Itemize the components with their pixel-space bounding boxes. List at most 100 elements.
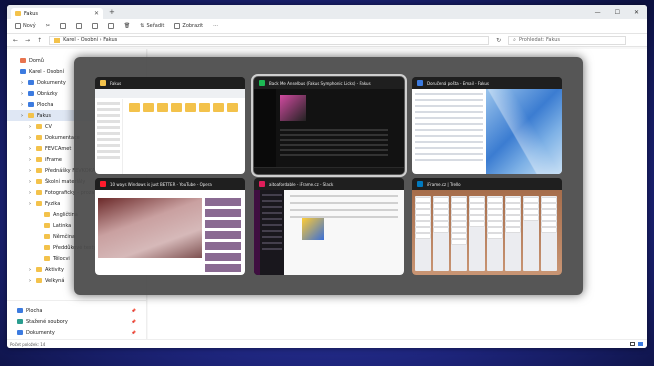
quick-access-item[interactable]: Dokumenty 📌 [7, 327, 146, 338]
trash-icon: 🗑 [123, 23, 131, 29]
tiles-view-icon[interactable] [638, 342, 643, 346]
window-card-slack[interactable]: aitoafordable - iFrame.cz - Slack [254, 178, 404, 275]
more-button[interactable]: ··· [213, 23, 218, 29]
paste-button[interactable] [75, 23, 82, 29]
window-card-youtube[interactable]: 10 ways Windows is just BETTER - YouTube… [95, 178, 245, 275]
sidebar-item-label: iFrame [45, 156, 62, 163]
chevron-right-icon[interactable]: › [21, 113, 25, 119]
pin-icon[interactable]: 📌 [131, 308, 136, 313]
sidebar-item-label: Velkyná [45, 277, 65, 284]
alt-tab-switcher: Fakus Back Me Anselbus (Fakus Symphonic … [74, 57, 583, 295]
address-bar[interactable]: Karel - Osobní › Fakus [49, 35, 490, 45]
sort-button[interactable]: ⇅ Seřadit [140, 23, 164, 29]
share-button[interactable] [107, 23, 114, 29]
chevron-right-icon[interactable]: › [29, 179, 33, 185]
chevron-right-icon[interactable]: › [29, 190, 33, 196]
close-tab-icon[interactable]: ✕ [94, 10, 99, 17]
window-thumbnail [95, 190, 245, 275]
chevron-right-icon[interactable]: › [21, 80, 25, 86]
tab-fakus[interactable]: Fakus ✕ [11, 8, 103, 19]
chevron-right-icon[interactable]: › [29, 124, 33, 130]
chevron-right-icon[interactable]: › [29, 201, 33, 207]
sidebar-item-label: Aktivity [45, 266, 64, 273]
folder-icon [20, 69, 26, 74]
back-arrow-icon[interactable]: ← [13, 37, 18, 44]
mail-icon [417, 80, 423, 86]
chevron-right-icon[interactable]: › [29, 168, 33, 174]
folder-icon [36, 179, 42, 184]
view-button[interactable]: Zobrazit [174, 23, 203, 29]
status-bar: Počet položek: 14 [7, 339, 647, 348]
address-path: Karel - Osobní › Fakus [63, 37, 118, 43]
folder-icon [15, 11, 21, 16]
folder-icon [20, 58, 26, 63]
refresh-icon[interactable]: ↻ [496, 37, 501, 44]
folder-icon [36, 190, 42, 195]
folder-icon [36, 201, 42, 206]
folder-icon [36, 157, 42, 162]
details-view-icon[interactable] [630, 342, 635, 346]
quick-access-item[interactable]: Stažené soubory 📌 [7, 316, 146, 327]
folder-icon [36, 267, 42, 272]
chevron-right-icon[interactable]: › [21, 102, 25, 108]
chevron-right-icon[interactable]: › [29, 278, 33, 284]
folder-icon [54, 37, 61, 43]
chevron-right-icon[interactable]: › [29, 135, 33, 141]
new-label: Nový [23, 23, 36, 29]
copy-button[interactable] [59, 23, 66, 29]
paste-icon [75, 23, 82, 29]
window-thumbnail [254, 190, 404, 275]
rename-button[interactable] [91, 23, 98, 29]
pin-icon[interactable]: 📌 [131, 330, 136, 335]
window-card-spotify[interactable]: Back Me Anselbus (Fakus Symphonic Licks)… [251, 74, 407, 177]
card-title-bar: 10 ways Windows is just BETTER - YouTube… [95, 178, 245, 190]
chevron-right-icon[interactable]: › [29, 146, 33, 152]
folder-icon [36, 124, 42, 129]
window-controls: — ☐ ✕ [595, 9, 647, 16]
window-card-fakus[interactable]: Fakus [95, 77, 245, 174]
maximize-button[interactable]: ☐ [615, 9, 620, 16]
pin-icon[interactable]: 📌 [131, 319, 136, 324]
address-bar-row: ← → ↑ Karel - Osobní › Fakus ↻ ⌕ Prohled… [7, 34, 647, 47]
opera-icon [100, 181, 106, 187]
up-arrow-icon[interactable]: ↑ [37, 37, 42, 44]
card-title-bar: Doručená pošta - Email - Fakus [412, 77, 562, 89]
search-icon: ⌕ [513, 37, 516, 43]
chevron-right-icon[interactable]: › [29, 157, 33, 163]
search-input[interactable]: ⌕ Prohledat: Fakus [508, 35, 627, 45]
new-button[interactable]: Nový [15, 23, 36, 29]
more-label: ··· [213, 23, 218, 29]
cut-button[interactable]: ✂ [46, 23, 50, 29]
chevron-right-icon[interactable]: › [29, 267, 33, 273]
folder-icon [36, 146, 42, 151]
new-tab-button[interactable]: + [109, 8, 115, 16]
sort-label: Seřadit [146, 23, 165, 29]
slack-icon [259, 181, 265, 187]
sidebar-item-label: Fyzika [45, 200, 61, 207]
view-toggle [630, 342, 647, 346]
card-title-bar: Back Me Anselbus (Fakus Symphonic Licks)… [254, 77, 404, 89]
chevron-right-icon[interactable]: › [21, 91, 25, 97]
folder-icon [17, 308, 23, 313]
folder-icon [36, 278, 42, 283]
folder-icon [44, 223, 50, 228]
quick-access-label: Plocha [26, 307, 43, 314]
sidebar-item-label: Tělocvi [53, 255, 70, 262]
forward-arrow-icon[interactable]: → [25, 37, 30, 44]
delete-button[interactable]: 🗑 [124, 23, 130, 29]
sidebar-item-label: Plocha [37, 101, 54, 108]
folder-icon [28, 102, 34, 107]
window-card-trello[interactable]: iFrame.cz | Trello [412, 178, 562, 275]
quick-access-item[interactable]: Plocha 📌 [7, 305, 146, 316]
folder-icon [44, 256, 50, 261]
folder-icon [28, 80, 34, 85]
close-window-button[interactable]: ✕ [634, 9, 639, 16]
folder-icon [36, 168, 42, 173]
sort-icon: ⇅ [140, 23, 145, 29]
folder-icon [28, 91, 34, 96]
card-title-bar: aitoafordable - iFrame.cz - Slack [254, 178, 404, 190]
minimize-button[interactable]: — [595, 9, 601, 16]
folder-icon [100, 80, 106, 86]
window-card-mail[interactable]: Doručená pošta - Email - Fakus [412, 77, 562, 174]
card-title: Fakus [110, 80, 122, 86]
